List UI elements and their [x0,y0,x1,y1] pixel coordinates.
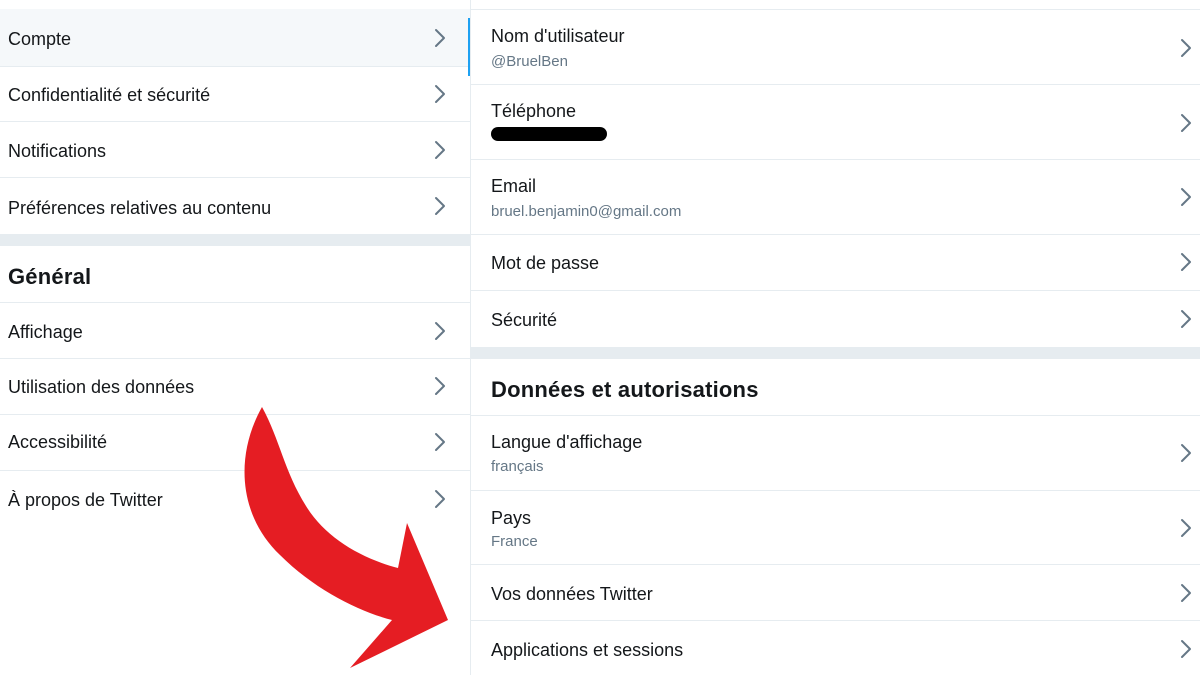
chevron-right-icon [434,321,446,341]
chevron-right-icon [1180,309,1192,329]
setting-value: français [491,458,544,475]
account-settings-panel: Nom d'utilisateur @BruelBen Téléphone Em… [471,0,1200,675]
top-edge [471,0,1200,10]
setting-label: Applications et sessions [491,640,684,660]
setting-username[interactable]: Nom d'utilisateur @BruelBen [471,10,1200,85]
setting-label: Langue d'affichage [491,432,643,452]
chevron-right-icon [1180,187,1192,207]
chevron-right-icon [1180,113,1192,133]
section-divider [0,234,470,246]
chevron-right-icon [434,28,446,48]
setting-label: Sécurité [491,310,558,330]
setting-value: France [491,533,538,550]
setting-email[interactable]: Email bruel.benjamin0@gmail.com [471,160,1200,235]
setting-label: Nom d'utilisateur [491,26,625,46]
nav-item-a-propos[interactable]: À propos de Twitter [0,471,470,527]
settings-nav: Compte Confidentialité et sécurité Notif… [0,0,471,675]
nav-item-preferences-contenu[interactable]: Préférences relatives au contenu [0,178,470,234]
setting-label: Vos données Twitter [491,584,653,604]
chevron-right-icon [1180,252,1192,272]
section-title: Général [8,264,92,289]
nav-item-notifications[interactable]: Notifications [0,122,470,178]
setting-value: bruel.benjamin0@gmail.com [491,203,682,220]
setting-value: @BruelBen [491,53,568,70]
nav-item-label: Confidentialité et sécurité [8,85,211,105]
chevron-right-icon [1180,583,1192,603]
setting-your-twitter-data[interactable]: Vos données Twitter [471,565,1200,621]
chevron-right-icon [434,376,446,396]
nav-item-label: Notifications [8,141,107,161]
nav-item-label: À propos de Twitter [8,490,163,510]
redaction-bar [491,127,607,141]
chevron-right-icon [434,432,446,452]
setting-phone[interactable]: Téléphone [471,85,1200,160]
nav-item-label: Compte [8,29,72,49]
nav-item-label: Accessibilité [8,432,108,452]
section-divider [471,347,1200,359]
setting-password[interactable]: Mot de passe [471,235,1200,291]
setting-country[interactable]: Pays France [471,491,1200,565]
nav-item-label: Affichage [8,322,83,342]
setting-label: Pays [491,508,532,528]
chevron-right-icon [1180,639,1192,659]
chevron-right-icon [1180,38,1192,58]
section-header-donnees: Données et autorisations [471,359,1200,416]
chevron-right-icon [1180,518,1192,538]
chevron-right-icon [434,196,446,216]
chevron-right-icon [1180,443,1192,463]
chevron-right-icon [434,489,446,509]
nav-item-utilisation-donnees[interactable]: Utilisation des données [0,359,470,415]
nav-item-compte[interactable]: Compte [0,9,471,76]
section-header-general: Général [0,246,470,303]
nav-item-confidentialite[interactable]: Confidentialité et sécurité [0,67,470,122]
setting-security[interactable]: Sécurité [471,291,1200,347]
nav-item-label: Utilisation des données [8,377,195,397]
setting-label: Téléphone [491,101,577,121]
setting-label: Mot de passe [491,253,600,273]
nav-item-accessibilite[interactable]: Accessibilité [0,415,470,471]
nav-item-affichage[interactable]: Affichage [0,303,470,359]
setting-display-language[interactable]: Langue d'affichage français [471,416,1200,491]
setting-apps-sessions[interactable]: Applications et sessions [471,621,1200,675]
chevron-right-icon [434,140,446,160]
section-title: Données et autorisations [491,377,759,402]
setting-label: Email [491,176,537,196]
nav-item-label: Préférences relatives au contenu [8,198,272,218]
chevron-right-icon [434,84,446,104]
